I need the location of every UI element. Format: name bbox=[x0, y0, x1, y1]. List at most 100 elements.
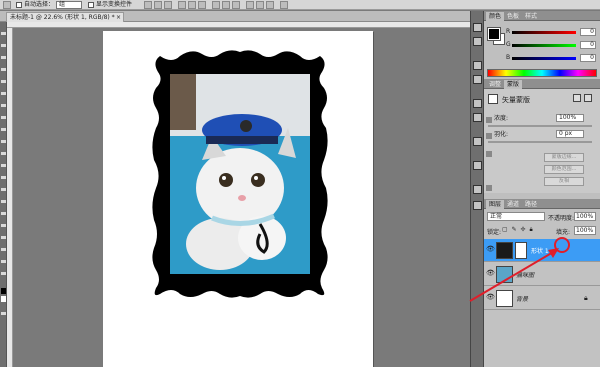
eyedropper-tool-icon[interactable] bbox=[1, 92, 6, 95]
checkbox-box[interactable] bbox=[88, 1, 94, 8]
tab-masks[interactable]: 蒙版 bbox=[504, 80, 523, 89]
3d-panel-icon[interactable] bbox=[473, 99, 482, 108]
align-left-icon[interactable] bbox=[178, 1, 186, 9]
foreground-color-swatch[interactable] bbox=[487, 27, 501, 41]
brush-panel-icon[interactable] bbox=[473, 113, 482, 122]
paragraph-panel-icon[interactable] bbox=[473, 75, 482, 84]
3d-tool-icon[interactable] bbox=[1, 248, 6, 251]
distribute-left-icon[interactable] bbox=[246, 1, 254, 9]
character-panel-icon[interactable] bbox=[473, 61, 482, 70]
checkbox-box[interactable] bbox=[16, 1, 22, 8]
stamp-tool-icon[interactable] bbox=[1, 128, 6, 131]
hand-tool-icon[interactable] bbox=[1, 260, 6, 263]
red-value-input[interactable]: 0 bbox=[580, 28, 596, 36]
layers-panel: 正常 不透明度: 100% 锁定: ▢ ✎ ✢ 🔒︎ 填充: 100% 👁︎ 形… bbox=[484, 209, 600, 367]
cat-left-eye bbox=[219, 173, 233, 187]
history-panel-icon[interactable] bbox=[473, 23, 482, 32]
move-tool-icon[interactable] bbox=[1, 32, 6, 35]
quick-select-tool-icon[interactable] bbox=[1, 68, 6, 71]
eye-icon[interactable]: 👁︎ bbox=[486, 246, 495, 253]
navigator-icon[interactable] bbox=[473, 185, 482, 194]
type-tool-icon[interactable] bbox=[1, 212, 6, 215]
distribute-top-icon[interactable] bbox=[212, 1, 220, 9]
quick-mask-icon[interactable] bbox=[1, 312, 6, 315]
green-label: G bbox=[506, 41, 511, 48]
history-brush-tool-icon[interactable] bbox=[1, 140, 6, 143]
color-range-button[interactable]: 颜色范围... bbox=[544, 165, 584, 174]
auto-select-checkbox[interactable]: 自动选择： bbox=[16, 1, 54, 9]
info-panel-icon[interactable] bbox=[473, 201, 482, 210]
shape-tool-icon[interactable] bbox=[1, 236, 6, 239]
clone-source-icon[interactable] bbox=[473, 137, 482, 146]
mask-edge-button[interactable]: 蒙版边缘... bbox=[544, 153, 584, 162]
green-slider[interactable] bbox=[512, 44, 576, 47]
layer-row-background[interactable]: 👁︎ 背景 🔒︎ bbox=[484, 287, 600, 310]
pixel-mask-button[interactable] bbox=[573, 94, 581, 102]
document-tab[interactable]: 未标题-1 @ 22.6% (形状 1, RGB/8) * × bbox=[6, 12, 124, 22]
auto-align-icon[interactable] bbox=[280, 1, 288, 9]
tab-paths[interactable]: 路径 bbox=[522, 200, 540, 209]
tab-swatches[interactable]: 色板 bbox=[504, 12, 522, 21]
eye-icon[interactable]: 👁︎ bbox=[486, 294, 495, 301]
auto-select-dropdown[interactable]: 组 bbox=[56, 1, 82, 9]
blur-tool-icon[interactable] bbox=[1, 176, 6, 179]
tab-layers[interactable]: 图层 bbox=[486, 200, 505, 209]
refine-icon bbox=[486, 151, 492, 157]
density-slider[interactable] bbox=[488, 125, 592, 127]
layer-row-cat[interactable]: 👁︎ 猫咪图 bbox=[484, 263, 600, 286]
background-color-icon[interactable] bbox=[1, 296, 6, 302]
vector-mask-thumbnail[interactable] bbox=[515, 242, 527, 259]
move-tool-icon[interactable] bbox=[3, 1, 11, 9]
close-icon[interactable]: × bbox=[116, 13, 121, 22]
marquee-tool-icon[interactable] bbox=[1, 44, 6, 47]
feather-slider[interactable] bbox=[488, 141, 592, 143]
pen-tool-icon[interactable] bbox=[1, 200, 6, 203]
zoom-tool-icon[interactable] bbox=[1, 272, 6, 275]
red-label: R bbox=[506, 28, 511, 35]
distribute-bottom-icon[interactable] bbox=[232, 1, 240, 9]
mask-options-icon[interactable] bbox=[486, 185, 492, 191]
color-spectrum-bar[interactable] bbox=[487, 69, 597, 77]
actions-panel-icon[interactable] bbox=[473, 37, 482, 46]
healing-tool-icon[interactable] bbox=[1, 104, 6, 107]
tab-adjustments[interactable]: 调整 bbox=[486, 80, 504, 89]
fill-label: 填充: bbox=[556, 229, 571, 236]
fill-input[interactable]: 100% bbox=[574, 226, 596, 235]
lock-icons[interactable]: ▢ ✎ ✢ 🔒︎ bbox=[502, 226, 534, 234]
invert-button[interactable]: 反相 bbox=[544, 177, 584, 186]
distribute-right-icon[interactable] bbox=[266, 1, 274, 9]
align-top-icon[interactable] bbox=[144, 1, 152, 9]
align-middle-icon[interactable] bbox=[154, 1, 162, 9]
align-right-icon[interactable] bbox=[198, 1, 206, 9]
gradient-tool-icon[interactable] bbox=[1, 164, 6, 167]
vector-mask-button[interactable] bbox=[584, 94, 592, 102]
tool-presets-icon[interactable] bbox=[473, 161, 482, 170]
eye-icon[interactable]: 👁︎ bbox=[486, 270, 495, 277]
path-select-tool-icon[interactable] bbox=[1, 224, 6, 227]
brush-tool-icon[interactable] bbox=[1, 116, 6, 119]
framed-cat-photo[interactable] bbox=[150, 48, 330, 300]
lasso-tool-icon[interactable] bbox=[1, 56, 6, 59]
layer-row-shape[interactable]: 👁︎ 形状 1 bbox=[484, 239, 600, 262]
tab-color[interactable]: 颜色 bbox=[486, 12, 505, 21]
align-bottom-icon[interactable] bbox=[164, 1, 172, 9]
layer-thumbnail bbox=[496, 242, 513, 259]
blend-mode-dropdown[interactable]: 正常 bbox=[487, 212, 545, 221]
density-input[interactable]: 100% bbox=[556, 114, 584, 122]
foreground-color-icon[interactable] bbox=[1, 288, 6, 294]
align-center-icon[interactable] bbox=[188, 1, 196, 9]
tab-channels[interactable]: 通道 bbox=[504, 200, 522, 209]
distribute-middle-icon[interactable] bbox=[222, 1, 230, 9]
show-transform-checkbox[interactable]: 显示变换控件 bbox=[88, 1, 132, 9]
dodge-tool-icon[interactable] bbox=[1, 188, 6, 191]
blue-slider[interactable] bbox=[512, 57, 576, 60]
green-value-input[interactable]: 0 bbox=[580, 41, 596, 49]
eraser-tool-icon[interactable] bbox=[1, 152, 6, 155]
blue-value-input[interactable]: 0 bbox=[580, 54, 596, 62]
distribute-center-icon[interactable] bbox=[256, 1, 264, 9]
feather-input[interactable]: 0 px bbox=[556, 130, 584, 138]
red-slider[interactable] bbox=[512, 31, 576, 34]
tab-styles[interactable]: 样式 bbox=[522, 12, 540, 21]
opacity-input[interactable]: 100% bbox=[574, 212, 596, 221]
crop-tool-icon[interactable] bbox=[1, 80, 6, 83]
